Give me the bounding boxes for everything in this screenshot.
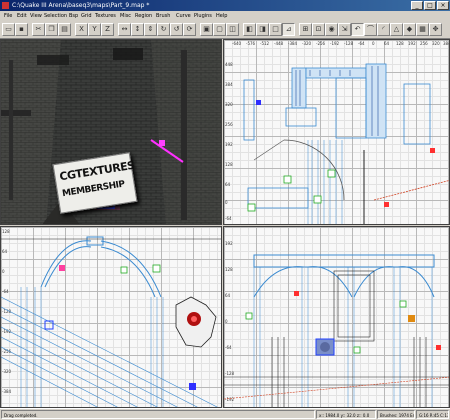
menu-misc[interactable]: Misc — [120, 12, 131, 20]
drag-tool-icon[interactable]: ✥ — [429, 23, 442, 36]
texture-lock-icon[interactable]: ⊡ — [312, 23, 325, 36]
select-touching-icon[interactable]: ▣ — [200, 23, 213, 36]
cut-icon[interactable]: ✂ — [32, 23, 45, 36]
menu-bar: File Edit View Selection Bsp Grid Textur… — [0, 11, 450, 21]
yz-side-view[interactable]: 192 128 64 0 -64 -128 -192 — [223, 226, 450, 408]
app-icon — [2, 2, 9, 9]
rotate-y-icon[interactable]: ↺ — [170, 23, 183, 36]
sign-line-2: MEMBERSHIP — [61, 179, 126, 200]
y-axis-icon[interactable]: Y — [88, 23, 101, 36]
patch-icon[interactable]: ⌒ — [364, 23, 377, 36]
flip-x-icon[interactable]: ↔ — [118, 23, 131, 36]
xz-front-view[interactable]: 128 64 0 -64 -128 -192 -256 -320 -384 — [0, 226, 222, 408]
cubic-clip-icon[interactable]: ▦ — [416, 23, 429, 36]
title-bar[interactable]: C:\Quake III Arena\baseq3\maps\Part_9.ma… — [0, 0, 450, 11]
patch-bevel-icon[interactable]: ◜ — [377, 23, 390, 36]
status-brush-count: Brushes: 1974 Entities: 78 — [377, 410, 415, 419]
rotate-x-icon[interactable]: ↻ — [157, 23, 170, 36]
status-message: Drag completed. — [1, 410, 315, 419]
rotate-z-icon[interactable]: ⟳ — [183, 23, 196, 36]
xz-brushes — [1, 236, 221, 407]
z-axis-icon[interactable]: Z — [101, 23, 114, 36]
hollow-icon[interactable]: □ — [269, 23, 282, 36]
maximize-button[interactable]: □ — [424, 1, 436, 10]
menu-region[interactable]: Region — [135, 12, 152, 20]
close-button[interactable]: × — [437, 1, 449, 10]
scale-icon[interactable]: ⇲ — [338, 23, 351, 36]
minimize-button[interactable]: _ — [411, 1, 423, 10]
status-coordinates: x:: 1984.0 y:: 32.0 z:: 0.0 — [316, 410, 376, 419]
menu-grid[interactable]: Grid — [81, 12, 92, 20]
save-icon[interactable]: ▪ — [15, 23, 28, 36]
status-grid-info: G:16 R:45 C:13 L:MR — [416, 410, 449, 419]
xy-top-view[interactable]: -640 -576 -512 -448 -384 -320 -256 -192 … — [223, 39, 450, 225]
flip-z-icon[interactable]: ⇕ — [144, 23, 157, 36]
select-complete-icon[interactable]: ◫ — [226, 23, 239, 36]
xy-brushes — [243, 63, 449, 224]
menu-bsp[interactable]: Bsp — [69, 12, 78, 20]
menu-textures[interactable]: Textures — [95, 12, 116, 20]
clipper-icon[interactable]: ⊿ — [282, 23, 295, 36]
menu-file[interactable]: File — [4, 12, 12, 20]
rotate-icon[interactable]: ↶ — [351, 23, 364, 36]
menu-plugins[interactable]: Plugins — [194, 12, 212, 20]
menu-edit[interactable]: Edit — [17, 12, 27, 20]
menu-brush[interactable]: Brush — [156, 12, 170, 20]
yz-brushes — [224, 254, 449, 407]
paste-icon[interactable]: ▤ — [58, 23, 71, 36]
menu-view[interactable]: View — [30, 12, 42, 20]
window-title: C:\Quake III Arena\baseq3\maps\Part_9.ma… — [12, 2, 150, 9]
show-entities-icon[interactable]: ◆ — [403, 23, 416, 36]
menu-selection[interactable]: Selection — [44, 12, 67, 20]
toolbar: ▭ ▪ ✂ ❐ ▤ X Y Z ↔ ↕ ⇕ ↻ ↺ ⟳ ▣ ▢ ◫ ◧ ◨ □ … — [0, 21, 450, 39]
x-axis-icon[interactable]: X — [75, 23, 88, 36]
csg-subtract-icon[interactable]: ◧ — [243, 23, 256, 36]
menu-curve[interactable]: Curve — [176, 12, 191, 20]
status-bar: Drag completed. x:: 1984.0 y:: 32.0 z:: … — [0, 408, 450, 420]
change-views-icon[interactable]: ⊞ — [299, 23, 312, 36]
patch-cone-icon[interactable]: △ — [390, 23, 403, 36]
copy-icon[interactable]: ❐ — [45, 23, 58, 36]
flip-y-icon[interactable]: ↕ — [131, 23, 144, 36]
camera-view[interactable]: CGTEXTURES MEMBERSHIP — [0, 39, 222, 225]
menu-help[interactable]: Help — [216, 12, 227, 20]
open-icon[interactable]: ▭ — [2, 23, 15, 36]
csg-merge-icon[interactable]: ◨ — [256, 23, 269, 36]
camera-icon[interactable]: ◉ — [325, 23, 338, 36]
select-inside-icon[interactable]: ▢ — [213, 23, 226, 36]
